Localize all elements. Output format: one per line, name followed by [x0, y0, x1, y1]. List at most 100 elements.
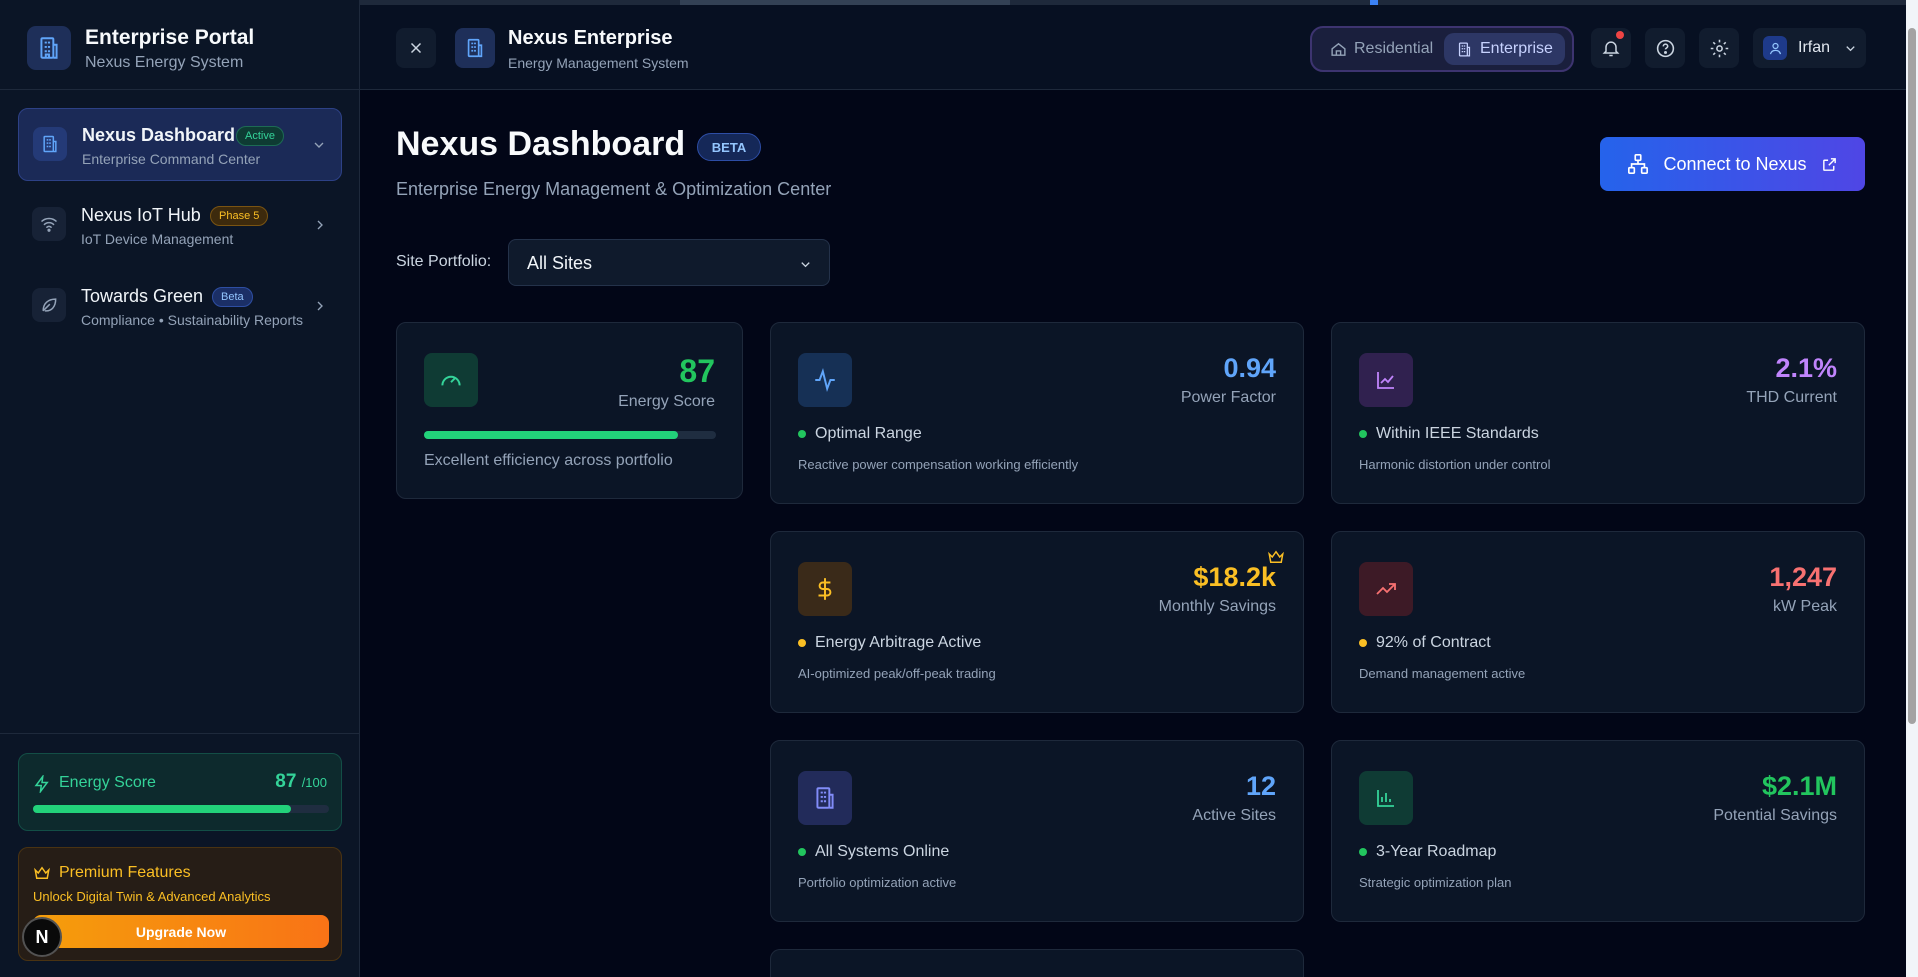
- card-note: Demand management active: [1359, 666, 1526, 681]
- energy-score-value: 87 /100: [275, 771, 327, 792]
- card-status: All Systems Online: [798, 843, 949, 861]
- card-value: $18.2k: [1193, 562, 1276, 592]
- leaf-icon: [32, 288, 66, 322]
- card-status: 3-Year Roadmap: [1359, 843, 1496, 861]
- beta-badge: Beta: [212, 287, 253, 307]
- card-label: Active Sites: [1192, 807, 1276, 824]
- premium-features-card: Premium Features Unlock Digital Twin & A…: [18, 847, 342, 961]
- active-sites-card: 12 Active Sites All Systems Online Portf…: [770, 740, 1304, 922]
- card-note: Portfolio optimization active: [798, 875, 957, 890]
- upgrade-now-button[interactable]: Upgrade Now: [33, 915, 329, 948]
- bell-icon: [1602, 41, 1620, 57]
- help-button[interactable]: [1645, 28, 1685, 68]
- building-icon: [1458, 41, 1471, 57]
- card-status: Within IEEE Standards: [1359, 425, 1539, 443]
- building-icon: [33, 127, 67, 161]
- card-status: Optimal Range: [798, 425, 922, 443]
- notifications-button[interactable]: [1591, 28, 1631, 68]
- user-menu-button[interactable]: Irfan: [1753, 28, 1866, 68]
- header-subtitle: Energy Management System: [508, 55, 689, 71]
- bar-chart-icon: [1359, 771, 1413, 825]
- sidebar-header: Enterprise Portal Nexus Energy System: [0, 0, 360, 90]
- energy-score-label: Energy Score: [618, 393, 715, 410]
- page-subtitle: Enterprise Energy Management & Optimizat…: [396, 179, 832, 199]
- external-link-icon: [1822, 157, 1836, 171]
- sidebar-title: Enterprise Portal: [85, 26, 255, 49]
- network-icon: [1628, 154, 1649, 174]
- card-label: Potential Savings: [1713, 807, 1837, 824]
- mode-enterprise[interactable]: Enterprise: [1444, 33, 1565, 65]
- card-status: Energy Arbitrage Active: [798, 634, 981, 652]
- chevron-down-icon: [798, 257, 813, 272]
- energy-score-value: 87: [679, 353, 715, 389]
- sidebar-item-towards-green[interactable]: Towards Green Beta Compliance • Sustaina…: [18, 270, 342, 343]
- sidebar: Enterprise Portal Nexus Energy System Ne…: [0, 0, 360, 977]
- sidebar-item-label: Towards Green: [81, 286, 204, 306]
- energy-score-card: Energy Score 87 /100: [18, 753, 342, 831]
- user-name: Irfan: [1798, 39, 1831, 56]
- energy-score-card: 87 Energy Score Excellent efficiency acr…: [396, 322, 743, 499]
- chevron-right-icon: [312, 217, 328, 233]
- building-icon: [27, 26, 71, 70]
- energy-score-note: Excellent efficiency across portfolio: [424, 452, 673, 469]
- avatar[interactable]: N: [22, 917, 62, 957]
- card-value: 0.94: [1223, 353, 1276, 383]
- card-status: 92% of Contract: [1359, 634, 1491, 652]
- kw-peak-card: 1,247 kW Peak 92% of Contract Demand man…: [1331, 531, 1865, 713]
- energy-score-fill: [424, 431, 679, 439]
- mode-residential[interactable]: Residential: [1318, 33, 1445, 65]
- card-note: Strategic optimization plan: [1359, 875, 1512, 890]
- trending-up-icon: [1359, 562, 1413, 616]
- energy-score-bar: [424, 431, 716, 439]
- premium-title: Premium Features: [59, 864, 191, 881]
- mode-label: Enterprise: [1480, 40, 1553, 57]
- sidebar-item-desc: Enterprise Command Center: [82, 151, 261, 167]
- mode-label: Residential: [1354, 40, 1434, 57]
- energy-score-label: Energy Score: [59, 774, 156, 791]
- card-note: AI-optimized peak/off-peak trading: [798, 666, 996, 681]
- sidebar-item-label: Nexus Dashboard: [82, 125, 236, 145]
- card-value: $2.1M: [1761, 771, 1837, 801]
- connect-to-nexus-button[interactable]: Connect to Nexus: [1600, 137, 1865, 191]
- scrollbar-thumb[interactable]: [1908, 28, 1916, 724]
- partial-card: [770, 949, 1304, 977]
- active-badge: Active: [236, 126, 284, 146]
- help-icon: [1656, 39, 1674, 57]
- connect-label: Connect to Nexus: [1663, 153, 1807, 174]
- monthly-savings-card: $18.2k Monthly Savings Energy Arbitrage …: [770, 531, 1304, 713]
- sidebar-item-desc: Compliance • Sustainability Reports: [81, 312, 304, 328]
- sidebar-item-nexus-dashboard[interactable]: Nexus Dashboard Active Enterprise Comman…: [18, 108, 342, 181]
- site-select-value: All Sites: [527, 253, 593, 273]
- top-header: Nexus Enterprise Energy Management Syste…: [360, 5, 1908, 90]
- site-portfolio-label: Site Portfolio:: [396, 253, 492, 270]
- gauge-icon: [424, 353, 478, 407]
- settings-button[interactable]: [1699, 28, 1739, 68]
- chart-line-icon: [1359, 353, 1413, 407]
- close-icon: [410, 42, 422, 54]
- building-icon: [798, 771, 852, 825]
- card-note: Reactive power compensation working effi…: [798, 457, 1079, 472]
- card-label: kW Peak: [1772, 598, 1837, 615]
- notification-dot: [1616, 31, 1624, 39]
- scrollbar[interactable]: [1906, 0, 1918, 977]
- premium-desc: Unlock Digital Twin & Advanced Analytics: [33, 889, 271, 904]
- sidebar-item-nexus-iot-hub[interactable]: Nexus IoT Hub Phase 5 IoT Device Managem…: [18, 189, 342, 262]
- sidebar-item-label: Nexus IoT Hub: [81, 205, 201, 225]
- sidebar-subtitle: Nexus Energy System: [85, 54, 244, 71]
- energy-score-bar: [33, 805, 329, 813]
- card-note: Harmonic distortion under control: [1359, 457, 1551, 472]
- site-portfolio-select[interactable]: All Sites: [508, 239, 830, 286]
- thd-current-card: 2.1% THD Current Within IEEE Standards H…: [1331, 322, 1865, 504]
- gear-icon: [1710, 39, 1728, 57]
- card-label: Power Factor: [1180, 389, 1276, 406]
- activity-icon: [798, 353, 852, 407]
- chevron-down-icon[interactable]: [311, 137, 327, 153]
- card-value: 1,247: [1769, 562, 1837, 592]
- beta-badge: BETA: [697, 133, 761, 161]
- card-label: THD Current: [1746, 389, 1837, 406]
- potential-savings-card: $2.1M Potential Savings 3-Year Roadmap S…: [1331, 740, 1865, 922]
- card-value: 2.1%: [1775, 353, 1837, 383]
- close-button[interactable]: [396, 28, 436, 68]
- header-title: Nexus Enterprise: [508, 27, 673, 49]
- user-icon: [1763, 36, 1787, 60]
